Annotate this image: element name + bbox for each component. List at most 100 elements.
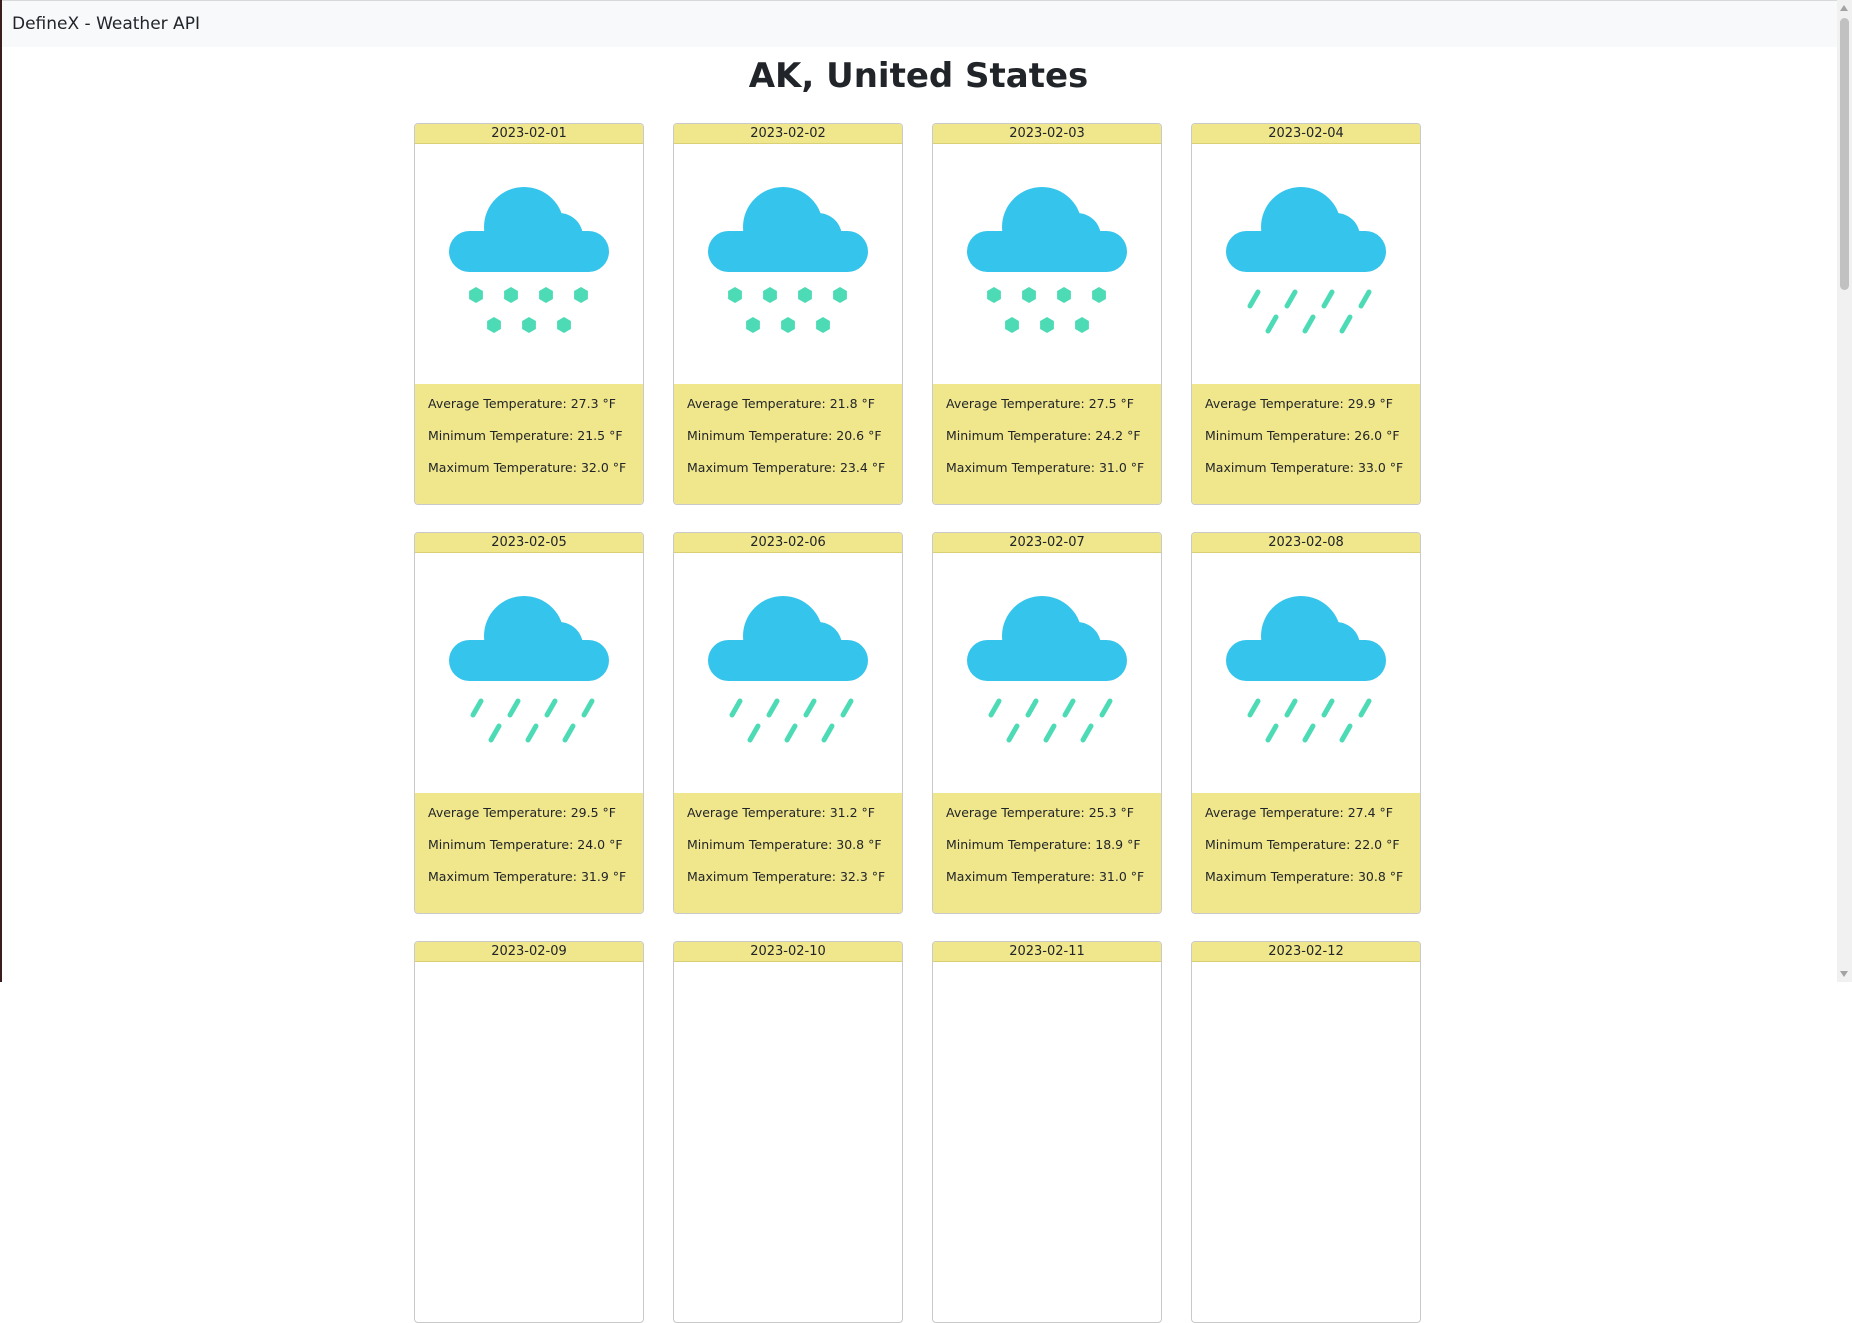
scrollbar-thumb[interactable] (1840, 18, 1849, 290)
weather-card: 2023-02-05 Average Temperature: 29.5 °F Mi… (414, 532, 644, 914)
card-date: 2023-02-10 (674, 942, 902, 962)
weather-icon-area (1192, 962, 1420, 1202)
minimum-temperature: Minimum Temperature: 26.0 °F (1205, 426, 1407, 458)
minimum-temperature: Minimum Temperature: 30.8 °F (687, 835, 889, 867)
minimum-temperature: Minimum Temperature: 18.9 °F (946, 835, 1148, 867)
minimum-temperature-label: Minimum Temperature: (687, 837, 833, 852)
minimum-temperature-value: 30.8 (836, 837, 865, 852)
average-temperature: Average Temperature: 25.3 °F (946, 803, 1148, 835)
temperature-unit: °F (1130, 869, 1145, 884)
minimum-temperature-value: 24.0 (577, 837, 606, 852)
temperature-unit: °F (871, 869, 886, 884)
temperature-unit: °F (1386, 428, 1400, 443)
temperature-unit: °F (1386, 837, 1400, 852)
minimum-temperature-value: 24.2 (1095, 428, 1124, 443)
average-temperature-label: Average Temperature: (687, 396, 826, 411)
weather-card: 2023-02-03 Average Temperature: 27.5 °F Mi… (932, 123, 1162, 505)
maximum-temperature-label: Maximum Temperature: (428, 460, 577, 475)
weather-icon-area (674, 144, 902, 384)
weather-card: 2023-02-08 Average Temperature: 27.4 °F Mi… (1191, 532, 1421, 914)
weather-icon-area (933, 144, 1161, 384)
minimum-temperature-label: Minimum Temperature: (946, 837, 1092, 852)
maximum-temperature-label: Maximum Temperature: (687, 460, 836, 475)
minimum-temperature-label: Minimum Temperature: (946, 428, 1092, 443)
temperature-unit: °F (1127, 837, 1141, 852)
maximum-temperature: Maximum Temperature: 23.4 °F (687, 458, 889, 490)
minimum-temperature: Minimum Temperature: 24.0 °F (428, 835, 630, 867)
average-temperature: Average Temperature: 27.4 °F (1205, 803, 1407, 835)
temperature-unit: °F (871, 460, 886, 475)
weather-icon-area (674, 962, 902, 1202)
maximum-temperature-value: 32.3 (839, 869, 868, 884)
average-temperature: Average Temperature: 27.5 °F (946, 394, 1148, 426)
card-date: 2023-02-11 (933, 942, 1161, 962)
temperature-unit: °F (609, 837, 623, 852)
scroll-down-arrow[interactable] (1840, 971, 1848, 977)
rain-cloud-icon (1221, 177, 1391, 351)
temperature-unit: °F (612, 869, 627, 884)
temperature-details: Average Temperature: 27.5 °F Minimum Temp… (933, 384, 1161, 504)
temperature-details: Average Temperature: 27.3 °F Minimum Temp… (415, 384, 643, 504)
temperature-unit: °F (1389, 869, 1404, 884)
maximum-temperature-label: Maximum Temperature: (428, 869, 577, 884)
minimum-temperature-label: Minimum Temperature: (1205, 428, 1351, 443)
maximum-temperature-value: 30.8 (1357, 869, 1386, 884)
card-date: 2023-02-01 (415, 124, 643, 144)
maximum-temperature: Maximum Temperature: 31.9 °F (428, 867, 630, 899)
rain-cloud-icon (703, 586, 873, 760)
card-date: 2023-02-09 (415, 942, 643, 962)
navbar-brand[interactable]: DefineX - Weather API (12, 14, 200, 34)
minimum-temperature-label: Minimum Temperature: (1205, 837, 1351, 852)
average-temperature-label: Average Temperature: (946, 396, 1085, 411)
minimum-temperature-label: Minimum Temperature: (687, 428, 833, 443)
temperature-unit: °F (1127, 428, 1141, 443)
weather-icon-area (933, 553, 1161, 793)
maximum-temperature: Maximum Temperature: 30.8 °F (1205, 867, 1407, 899)
snow-cloud-icon (962, 177, 1132, 351)
temperature-unit: °F (861, 396, 875, 411)
maximum-temperature-label: Maximum Temperature: (687, 869, 836, 884)
minimum-temperature: Minimum Temperature: 20.6 °F (687, 426, 889, 458)
temperature-unit: °F (1130, 460, 1145, 475)
card-date: 2023-02-08 (1192, 533, 1420, 553)
weather-card: 2023-02-06 Average Temperature: 31.2 °F Mi… (673, 532, 903, 914)
page-title: AK, United States (748, 56, 1089, 96)
average-temperature-label: Average Temperature: (428, 805, 567, 820)
average-temperature-label: Average Temperature: (1205, 396, 1344, 411)
average-temperature-label: Average Temperature: (946, 805, 1085, 820)
maximum-temperature: Maximum Temperature: 32.3 °F (687, 867, 889, 899)
weather-icon-area (415, 553, 643, 793)
scroll-up-arrow[interactable] (1840, 5, 1848, 11)
maximum-temperature: Maximum Temperature: 31.0 °F (946, 867, 1148, 899)
maximum-temperature-label: Maximum Temperature: (1205, 460, 1354, 475)
temperature-unit: °F (1379, 805, 1393, 820)
temperature-unit: °F (602, 805, 616, 820)
snow-cloud-icon (703, 177, 873, 351)
minimum-temperature-value: 21.5 (577, 428, 606, 443)
temperature-unit: °F (1379, 396, 1393, 411)
maximum-temperature-value: 31.0 (1098, 460, 1127, 475)
weather-card: 2023-02-10 (673, 941, 903, 1323)
temperature-details: Average Temperature: 29.9 °F Minimum Temp… (1192, 384, 1420, 504)
average-temperature-value: 21.8 (829, 396, 858, 411)
rain-cloud-icon (1221, 586, 1391, 760)
maximum-temperature-value: 33.0 (1357, 460, 1386, 475)
maximum-temperature: Maximum Temperature: 32.0 °F (428, 458, 630, 490)
average-temperature-value: 29.5 (570, 805, 599, 820)
average-temperature-label: Average Temperature: (428, 396, 567, 411)
minimum-temperature: Minimum Temperature: 21.5 °F (428, 426, 630, 458)
vertical-scrollbar[interactable] (1837, 0, 1852, 982)
minimum-temperature-label: Minimum Temperature: (428, 837, 574, 852)
minimum-temperature-value: 26.0 (1354, 428, 1383, 443)
temperature-unit: °F (1120, 396, 1134, 411)
weather-card: 2023-02-07 Average Temperature: 25.3 °F Mi… (932, 532, 1162, 914)
temperature-unit: °F (868, 837, 882, 852)
minimum-temperature-value: 20.6 (836, 428, 865, 443)
weather-card: 2023-02-04 Average Temperature: 29.9 °F Mi… (1191, 123, 1421, 505)
weather-card: 2023-02-01 Average Temperature: 27.3 °F Mi… (414, 123, 644, 505)
minimum-temperature-value: 22.0 (1354, 837, 1383, 852)
average-temperature: Average Temperature: 27.3 °F (428, 394, 630, 426)
average-temperature-value: 27.4 (1347, 805, 1376, 820)
temperature-unit: °F (861, 805, 875, 820)
average-temperature-value: 31.2 (829, 805, 858, 820)
